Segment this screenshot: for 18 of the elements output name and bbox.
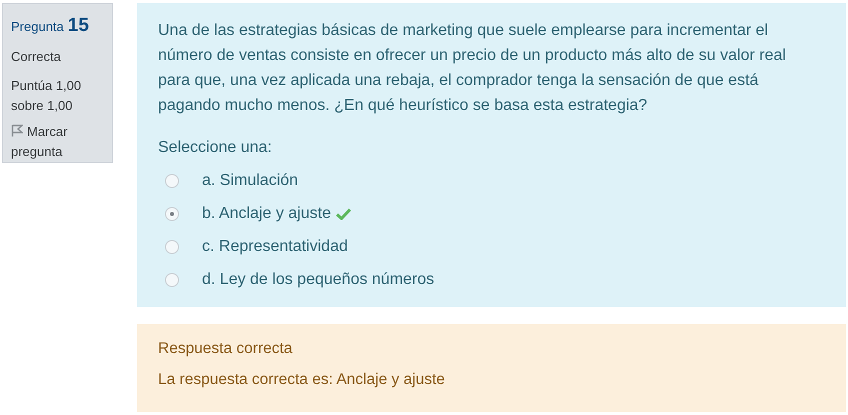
radio-button[interactable] (165, 174, 179, 188)
radio-button[interactable] (165, 206, 179, 220)
question-text: Una de las estrategias básicas de marketing que suele emplearse para incrementar el número de ventas consiste en ofrecer un precio de un producto más alto de su valor real para que, una vez aplicada una rebaja, el comprador tenga la sensación de que está pagando mucho menos. ¿En qué heurístico se basa esta estrategia? (158, 21, 787, 116)
radio-button[interactable] (165, 240, 179, 254)
question-label: Pregunta (11, 18, 64, 36)
correct-answer-text: La respuesta correcta es: Anclaje y ajuste (158, 370, 446, 390)
option-label: b. Anclaje y ajuste (202, 204, 331, 224)
feedback-status: Respuesta correcta (158, 339, 294, 359)
flag-icon (11, 124, 23, 137)
question-grade: Puntúa 1,00 sobre 1,00 (11, 77, 82, 115)
flag-question-link[interactable]: Marcar pregunta (11, 122, 104, 162)
answer-prompt: Seleccione una: (158, 138, 273, 158)
option-label: a. Simulación (202, 170, 298, 190)
radio-button[interactable] (165, 272, 179, 286)
question-number: 15 (68, 14, 89, 38)
option-label: c. Representatividad (202, 236, 348, 256)
question-state: Correcta (11, 48, 62, 66)
option-label: d. Ley de los pequeños números (202, 270, 434, 290)
